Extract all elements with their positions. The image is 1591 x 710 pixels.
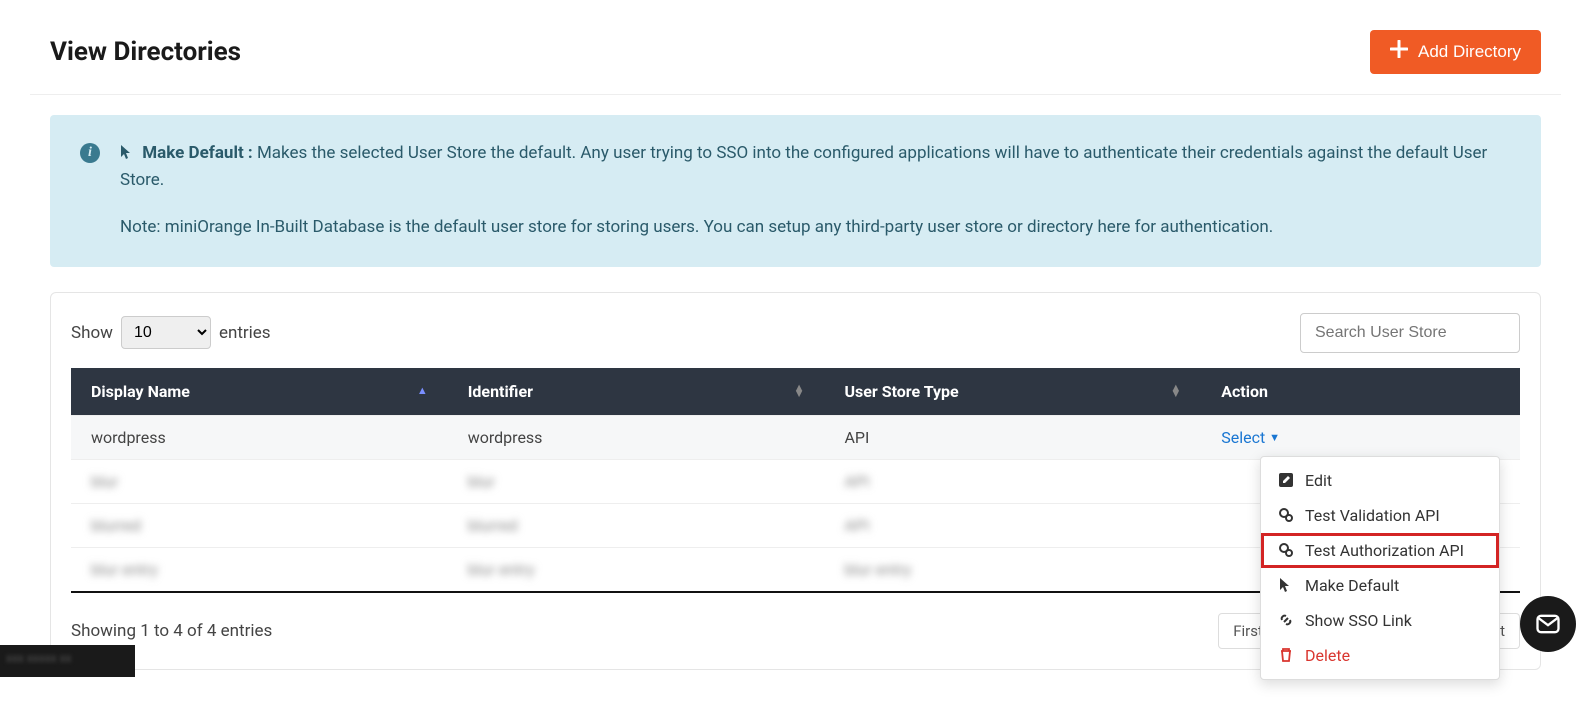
table-info: Showing 1 to 4 of 4 entries <box>71 621 272 641</box>
cell-user-store-type: API <box>844 472 869 491</box>
cell-user-store-type: API <box>844 516 869 535</box>
cell-identifier: blur entry <box>468 560 535 579</box>
show-label: Show <box>71 323 113 343</box>
info-banner: i Make Default : Makes the selected User… <box>50 115 1541 267</box>
cell-identifier: wordpress <box>448 415 825 459</box>
entries-label: entries <box>219 323 271 343</box>
bottom-strip: xxx xxxxx xx <box>0 645 135 677</box>
info-note: Note: miniOrange In-Built Database is th… <box>120 214 1511 241</box>
sort-icon: ▲▼ <box>1170 385 1181 397</box>
col-identifier[interactable]: Identifier ▲▼ <box>448 368 825 416</box>
col-action: Action <box>1201 368 1520 416</box>
gears-icon <box>1277 506 1295 524</box>
cell-display-name: blur entry <box>91 560 158 579</box>
dropdown-test-validation[interactable]: Test Validation API <box>1261 498 1499 533</box>
cell-identifier: blurred <box>468 516 518 535</box>
chat-widget-button[interactable] <box>1520 596 1576 652</box>
dropdown-edit[interactable]: Edit <box>1261 463 1499 498</box>
cursor-icon <box>120 142 134 169</box>
info-icon: i <box>80 143 100 163</box>
table-row: wordpress wordpress API Select ▼ <box>71 415 1520 459</box>
info-body: Makes the selected User Store the defaul… <box>120 143 1487 190</box>
col-user-store-type[interactable]: User Store Type ▲▼ <box>824 368 1201 416</box>
action-dropdown-menu: Edit Test Validation API <box>1260 456 1500 680</box>
cell-action: Select ▼ Edit <box>1201 415 1520 459</box>
page-size-select[interactable]: 10 <box>121 316 211 349</box>
cursor-icon <box>1277 576 1295 594</box>
cell-display-name: blur <box>91 472 118 491</box>
cell-user-store-type: API <box>824 415 1201 459</box>
add-directory-button[interactable]: Add Directory <box>1370 30 1541 74</box>
cell-user-store-type: blur entry <box>844 560 911 579</box>
sort-icon: ▲ <box>417 388 428 394</box>
page-title: View Directories <box>50 37 241 67</box>
plus-icon <box>1390 40 1408 64</box>
add-directory-label: Add Directory <box>1418 42 1521 62</box>
dropdown-show-sso[interactable]: Show SSO Link <box>1261 603 1499 638</box>
search-input[interactable] <box>1300 313 1520 353</box>
col-display-name[interactable]: Display Name ▲ <box>71 368 448 416</box>
action-select-dropdown[interactable]: Select ▼ <box>1221 428 1280 447</box>
cell-identifier: blur <box>468 472 495 491</box>
directories-table: Display Name ▲ Identifier ▲▼ User Store … <box>71 368 1520 593</box>
directories-table-card: Show 10 entries Display Name ▲ <box>50 292 1541 670</box>
dropdown-test-authorization[interactable]: Test Authorization API <box>1261 533 1499 568</box>
gears-icon <box>1277 541 1295 559</box>
dropdown-make-default[interactable]: Make Default <box>1261 568 1499 603</box>
info-lead: Make Default : <box>142 143 253 163</box>
cell-display-name: blurred <box>91 516 141 535</box>
trash-icon <box>1277 646 1295 664</box>
dropdown-delete[interactable]: Delete <box>1261 638 1499 673</box>
sort-icon: ▲▼ <box>794 385 805 397</box>
link-icon <box>1277 611 1295 629</box>
cell-display-name: wordpress <box>71 415 448 459</box>
mail-icon <box>1534 610 1562 638</box>
edit-icon <box>1277 471 1295 489</box>
caret-down-icon: ▼ <box>1269 431 1280 444</box>
